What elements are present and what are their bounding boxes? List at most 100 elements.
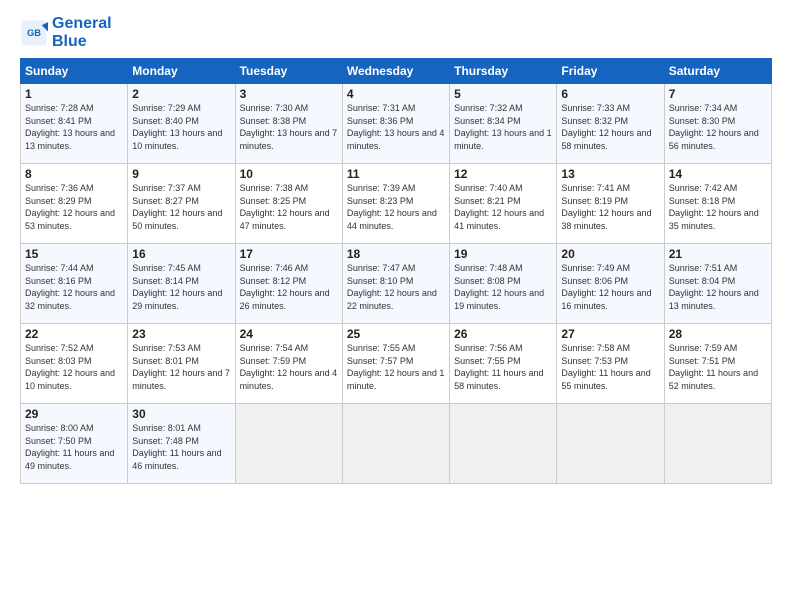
day-number: 13 xyxy=(561,167,659,181)
day-info: Sunrise: 7:53 AMSunset: 8:01 PMDaylight:… xyxy=(132,343,230,391)
calendar-cell: 6 Sunrise: 7:33 AMSunset: 8:32 PMDayligh… xyxy=(557,84,664,164)
calendar-cell: 9 Sunrise: 7:37 AMSunset: 8:27 PMDayligh… xyxy=(128,164,235,244)
col-wednesday: Wednesday xyxy=(342,59,449,84)
calendar-cell: 23 Sunrise: 7:53 AMSunset: 8:01 PMDaylig… xyxy=(128,324,235,404)
calendar-cell: 14 Sunrise: 7:42 AMSunset: 8:18 PMDaylig… xyxy=(664,164,771,244)
table-row: 15 Sunrise: 7:44 AMSunset: 8:16 PMDaylig… xyxy=(21,244,772,324)
day-info: Sunrise: 7:31 AMSunset: 8:36 PMDaylight:… xyxy=(347,103,445,151)
day-info: Sunrise: 7:52 AMSunset: 8:03 PMDaylight:… xyxy=(25,343,115,391)
calendar-cell: 27 Sunrise: 7:58 AMSunset: 7:53 PMDaylig… xyxy=(557,324,664,404)
day-number: 5 xyxy=(454,87,552,101)
calendar-cell: 10 Sunrise: 7:38 AMSunset: 8:25 PMDaylig… xyxy=(235,164,342,244)
day-info: Sunrise: 7:45 AMSunset: 8:14 PMDaylight:… xyxy=(132,263,222,311)
day-info: Sunrise: 7:56 AMSunset: 7:55 PMDaylight:… xyxy=(454,343,543,391)
day-number: 25 xyxy=(347,327,445,341)
day-info: Sunrise: 7:47 AMSunset: 8:10 PMDaylight:… xyxy=(347,263,437,311)
col-thursday: Thursday xyxy=(450,59,557,84)
day-number: 16 xyxy=(132,247,230,261)
calendar-cell: 30 Sunrise: 8:01 AMSunset: 7:48 PMDaylig… xyxy=(128,404,235,484)
day-info: Sunrise: 7:38 AMSunset: 8:25 PMDaylight:… xyxy=(240,183,330,231)
day-info: Sunrise: 7:37 AMSunset: 8:27 PMDaylight:… xyxy=(132,183,222,231)
day-number: 29 xyxy=(25,407,123,421)
col-monday: Monday xyxy=(128,59,235,84)
day-number: 1 xyxy=(25,87,123,101)
day-info: Sunrise: 7:44 AMSunset: 8:16 PMDaylight:… xyxy=(25,263,115,311)
day-number: 23 xyxy=(132,327,230,341)
day-info: Sunrise: 7:41 AMSunset: 8:19 PMDaylight:… xyxy=(561,183,651,231)
calendar-cell xyxy=(342,404,449,484)
day-info: Sunrise: 7:28 AMSunset: 8:41 PMDaylight:… xyxy=(25,103,115,151)
calendar-cell: 11 Sunrise: 7:39 AMSunset: 8:23 PMDaylig… xyxy=(342,164,449,244)
calendar-cell: 12 Sunrise: 7:40 AMSunset: 8:21 PMDaylig… xyxy=(450,164,557,244)
day-number: 4 xyxy=(347,87,445,101)
day-info: Sunrise: 7:29 AMSunset: 8:40 PMDaylight:… xyxy=(132,103,222,151)
day-info: Sunrise: 7:46 AMSunset: 8:12 PMDaylight:… xyxy=(240,263,330,311)
day-info: Sunrise: 7:48 AMSunset: 8:08 PMDaylight:… xyxy=(454,263,544,311)
table-row: 8 Sunrise: 7:36 AMSunset: 8:29 PMDayligh… xyxy=(21,164,772,244)
calendar-cell: 1 Sunrise: 7:28 AMSunset: 8:41 PMDayligh… xyxy=(21,84,128,164)
day-info: Sunrise: 7:49 AMSunset: 8:06 PMDaylight:… xyxy=(561,263,651,311)
calendar-cell: 2 Sunrise: 7:29 AMSunset: 8:40 PMDayligh… xyxy=(128,84,235,164)
day-number: 2 xyxy=(132,87,230,101)
logo: GB General Blue xyxy=(20,15,112,50)
day-info: Sunrise: 7:34 AMSunset: 8:30 PMDaylight:… xyxy=(669,103,759,151)
calendar-cell: 16 Sunrise: 7:45 AMSunset: 8:14 PMDaylig… xyxy=(128,244,235,324)
calendar-cell: 21 Sunrise: 7:51 AMSunset: 8:04 PMDaylig… xyxy=(664,244,771,324)
day-info: Sunrise: 7:32 AMSunset: 8:34 PMDaylight:… xyxy=(454,103,552,151)
calendar-cell: 15 Sunrise: 7:44 AMSunset: 8:16 PMDaylig… xyxy=(21,244,128,324)
header: GB General Blue xyxy=(20,15,772,50)
svg-text:GB: GB xyxy=(27,28,41,38)
day-number: 8 xyxy=(25,167,123,181)
day-info: Sunrise: 7:54 AMSunset: 7:59 PMDaylight:… xyxy=(240,343,338,391)
day-info: Sunrise: 7:42 AMSunset: 8:18 PMDaylight:… xyxy=(669,183,759,231)
day-number: 19 xyxy=(454,247,552,261)
calendar-table: Sunday Monday Tuesday Wednesday Thursday… xyxy=(20,58,772,484)
table-row: 29 Sunrise: 8:00 AMSunset: 7:50 PMDaylig… xyxy=(21,404,772,484)
day-info: Sunrise: 7:58 AMSunset: 7:53 PMDaylight:… xyxy=(561,343,650,391)
calendar-cell: 20 Sunrise: 7:49 AMSunset: 8:06 PMDaylig… xyxy=(557,244,664,324)
day-number: 17 xyxy=(240,247,338,261)
calendar-cell: 8 Sunrise: 7:36 AMSunset: 8:29 PMDayligh… xyxy=(21,164,128,244)
calendar-cell xyxy=(235,404,342,484)
day-info: Sunrise: 7:39 AMSunset: 8:23 PMDaylight:… xyxy=(347,183,437,231)
day-info: Sunrise: 7:59 AMSunset: 7:51 PMDaylight:… xyxy=(669,343,758,391)
day-number: 10 xyxy=(240,167,338,181)
calendar-cell: 24 Sunrise: 7:54 AMSunset: 7:59 PMDaylig… xyxy=(235,324,342,404)
calendar-cell xyxy=(557,404,664,484)
day-number: 30 xyxy=(132,407,230,421)
calendar-cell: 25 Sunrise: 7:55 AMSunset: 7:57 PMDaylig… xyxy=(342,324,449,404)
day-number: 27 xyxy=(561,327,659,341)
calendar-cell: 19 Sunrise: 7:48 AMSunset: 8:08 PMDaylig… xyxy=(450,244,557,324)
table-row: 22 Sunrise: 7:52 AMSunset: 8:03 PMDaylig… xyxy=(21,324,772,404)
day-number: 14 xyxy=(669,167,767,181)
day-number: 12 xyxy=(454,167,552,181)
calendar-cell: 13 Sunrise: 7:41 AMSunset: 8:19 PMDaylig… xyxy=(557,164,664,244)
calendar-cell: 28 Sunrise: 7:59 AMSunset: 7:51 PMDaylig… xyxy=(664,324,771,404)
day-number: 21 xyxy=(669,247,767,261)
day-number: 24 xyxy=(240,327,338,341)
col-tuesday: Tuesday xyxy=(235,59,342,84)
logo-line1: General xyxy=(52,15,112,33)
day-number: 26 xyxy=(454,327,552,341)
day-number: 11 xyxy=(347,167,445,181)
col-friday: Friday xyxy=(557,59,664,84)
day-number: 22 xyxy=(25,327,123,341)
day-number: 7 xyxy=(669,87,767,101)
day-number: 9 xyxy=(132,167,230,181)
calendar-cell: 29 Sunrise: 8:00 AMSunset: 7:50 PMDaylig… xyxy=(21,404,128,484)
calendar-cell: 7 Sunrise: 7:34 AMSunset: 8:30 PMDayligh… xyxy=(664,84,771,164)
day-info: Sunrise: 7:30 AMSunset: 8:38 PMDaylight:… xyxy=(240,103,338,151)
day-info: Sunrise: 7:33 AMSunset: 8:32 PMDaylight:… xyxy=(561,103,651,151)
logo-line2: Blue xyxy=(52,33,112,51)
day-info: Sunrise: 7:51 AMSunset: 8:04 PMDaylight:… xyxy=(669,263,759,311)
calendar-header-row: Sunday Monday Tuesday Wednesday Thursday… xyxy=(21,59,772,84)
col-sunday: Sunday xyxy=(21,59,128,84)
calendar-cell xyxy=(450,404,557,484)
day-number: 18 xyxy=(347,247,445,261)
day-number: 3 xyxy=(240,87,338,101)
col-saturday: Saturday xyxy=(664,59,771,84)
calendar-cell: 26 Sunrise: 7:56 AMSunset: 7:55 PMDaylig… xyxy=(450,324,557,404)
day-info: Sunrise: 7:55 AMSunset: 7:57 PMDaylight:… xyxy=(347,343,445,391)
day-info: Sunrise: 7:40 AMSunset: 8:21 PMDaylight:… xyxy=(454,183,544,231)
day-number: 28 xyxy=(669,327,767,341)
